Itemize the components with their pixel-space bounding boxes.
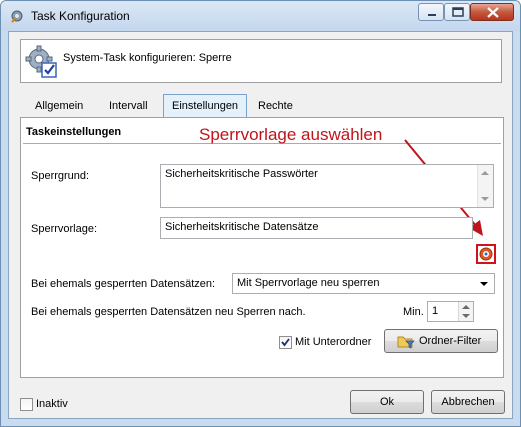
sperrvorlage-field[interactable]: Sicherheitskritische Datensätze (160, 217, 473, 239)
sperrvorlage-value: Sicherheitskritische Datensätze (165, 221, 319, 233)
tab-intervall[interactable]: Intervall (101, 96, 156, 116)
min-label: Min. (403, 306, 424, 318)
sperrgrund-value: Sicherheitskritische Passwörter (165, 168, 318, 180)
settings-panel: Taskeinstellungen Sperrvorlage auswählen… (20, 117, 504, 378)
title-bar[interactable]: Task Konfiguration (1, 1, 520, 31)
sperrvorlage-select-button[interactable] (476, 244, 496, 264)
spin-down-icon[interactable] (462, 314, 470, 318)
checkmark-icon (281, 338, 290, 347)
tab-rechte[interactable]: Rechte (250, 96, 301, 116)
sperrvorlage-label: Sperrvorlage: (31, 223, 98, 235)
tab-einstellungen[interactable]: Einstellungen (163, 94, 248, 117)
header-text: System-Task konfigurieren: Sperre (63, 52, 232, 64)
task-configuration-window: Task Konfiguration System-Task konfiguri… (0, 0, 521, 427)
unterordner-label: Mit Unterordner (295, 336, 372, 348)
maximize-icon (452, 7, 464, 17)
section-title: Taskeinstellungen (26, 126, 122, 138)
close-button[interactable] (470, 3, 514, 21)
ehemals-dropdown[interactable]: Mit Sperrvorlage neu sperren (232, 273, 495, 294)
ehemals-label: Bei ehemals gesperrten Datensätzen: (31, 278, 216, 290)
inaktiv-label: Inaktiv (36, 398, 68, 410)
minimize-button[interactable] (418, 3, 444, 21)
template-picker-icon (479, 247, 493, 261)
folder-filter-icon (397, 336, 415, 349)
chevron-down-icon (480, 282, 488, 286)
min-value: 1 (432, 305, 439, 317)
ordner-filter-button[interactable]: Ordner-Filter (384, 329, 498, 353)
tab-allgemein[interactable]: Allgemein (27, 96, 91, 116)
spin-up-icon[interactable] (462, 305, 470, 309)
close-icon (487, 7, 499, 18)
ordner-filter-label: Ordner-Filter (419, 335, 482, 347)
minimize-icon (428, 14, 436, 16)
gear-check-icon (25, 45, 57, 78)
unterordner-checkbox[interactable] (279, 336, 292, 349)
sperrgrund-scrollbar[interactable] (477, 165, 493, 207)
dialog-header: System-Task konfigurieren: Sperre (20, 39, 502, 83)
inaktiv-checkbox[interactable] (20, 398, 33, 411)
dialog-client-area: System-Task konfigurieren: Sperre Allgem… (8, 31, 513, 419)
sperrgrund-label: Sperrgrund: (31, 170, 90, 182)
wrench-gear-icon (11, 10, 23, 23)
ok-button[interactable]: Ok (350, 390, 424, 414)
maximize-button[interactable] (444, 3, 470, 21)
scroll-down-icon[interactable] (481, 197, 489, 201)
neusperren-label: Bei ehemals gesperrten Datensätzen neu S… (31, 306, 306, 318)
spinner-buttons[interactable] (458, 302, 473, 321)
annotation-text: Sperrvorlage auswählen (199, 125, 383, 144)
cancel-button[interactable]: Abbrechen (431, 390, 505, 414)
scroll-up-icon[interactable] (481, 171, 489, 175)
sperrgrund-textarea[interactable]: Sicherheitskritische Passwörter (160, 164, 494, 208)
window-title: Task Konfiguration (31, 9, 130, 23)
min-spinner[interactable]: 1 (427, 301, 474, 322)
ehemals-value: Mit Sperrvorlage neu sperren (237, 277, 380, 289)
